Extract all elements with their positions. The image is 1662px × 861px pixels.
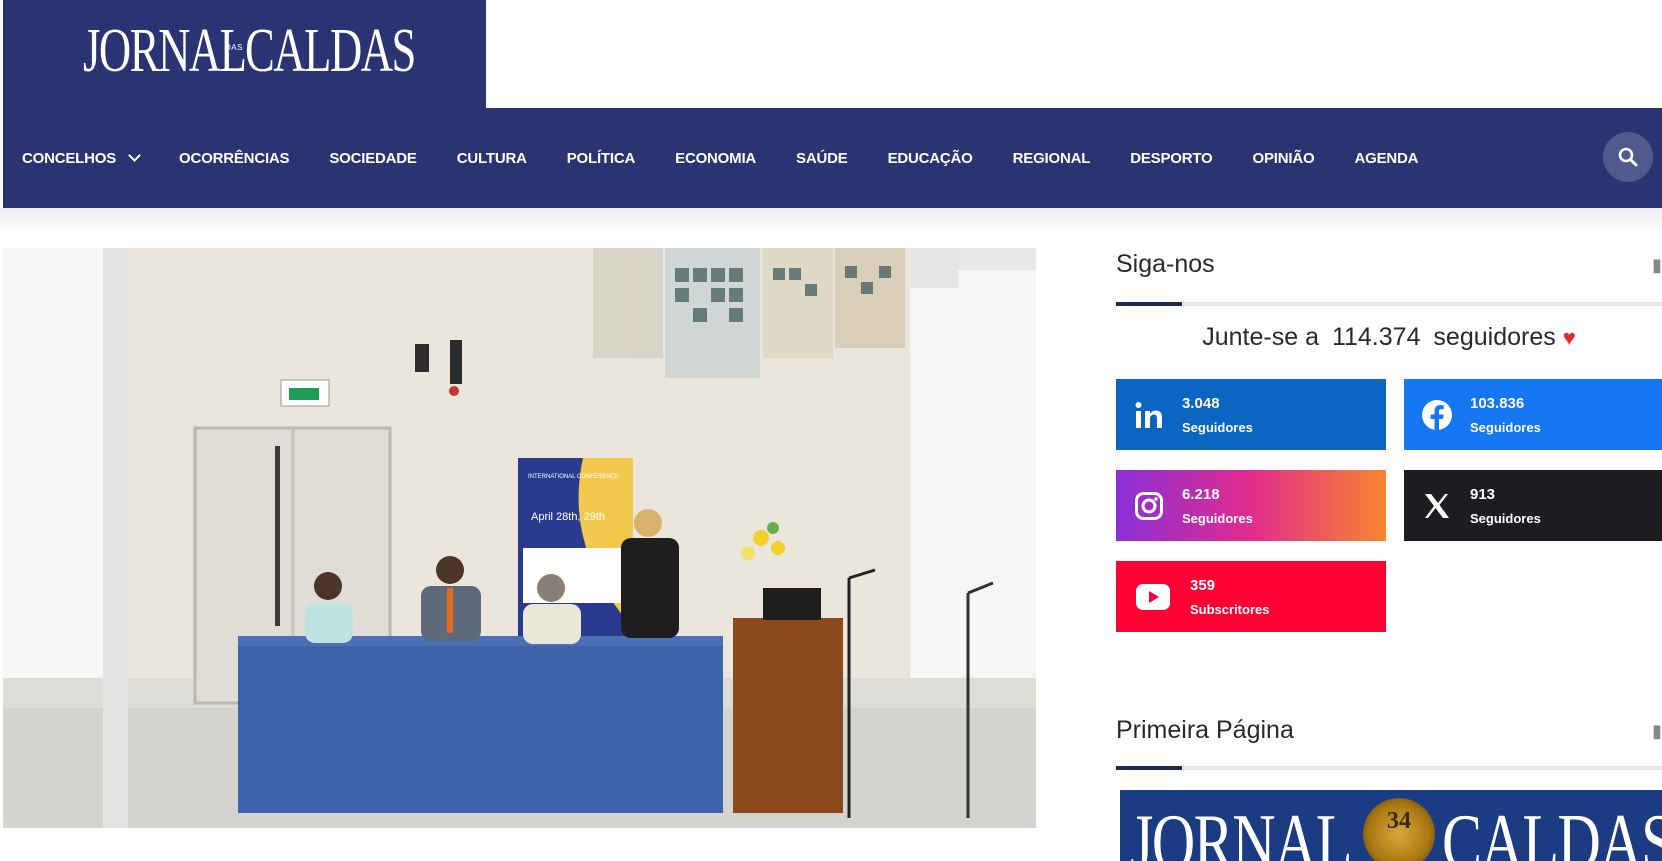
page: JORNAL DAS CALDAS CONCELHOS OCORRÊNCIAS … — [0, 0, 1662, 861]
front-page-cover[interactable]: JORNAL CALDAS 34 — [1120, 790, 1662, 861]
x-count: 913 — [1470, 485, 1496, 503]
nav-item-agenda[interactable]: AGENDA — [1354, 150, 1418, 167]
underline-accent — [1116, 302, 1182, 306]
front-page-title: Primeira Página — [1116, 716, 1294, 744]
facebook-count: 103.836 — [1470, 394, 1525, 412]
instagram-count: 6.218 — [1182, 485, 1220, 503]
logo-word-caldas: CALDAS — [244, 17, 416, 85]
youtube-label: Subscritores — [1190, 601, 1270, 617]
banner-date: April 28th, 29th — [531, 511, 605, 523]
logo-word-das: DAS — [225, 43, 243, 52]
nav-item-opiniao[interactable]: OPINIÃO — [1253, 150, 1315, 167]
linkedin-label: Seguidores — [1182, 419, 1253, 435]
youtube-subscribe-button[interactable]: 359 Subscritores — [1116, 561, 1386, 632]
chevron-down-icon — [128, 149, 141, 162]
join-suffix: seguidores — [1433, 323, 1556, 351]
join-count: 114.374 — [1331, 323, 1421, 351]
facebook-label: Seguidores — [1470, 419, 1541, 435]
nav-menu: CONCELHOS OCORRÊNCIAS SOCIEDADE CULTURA … — [22, 108, 1458, 208]
x-follow-button[interactable]: 913 Seguidores — [1404, 470, 1662, 541]
nav-item-sociedade[interactable]: SOCIEDADE — [329, 150, 417, 167]
logo-word-jornal: JORNAL — [83, 17, 247, 85]
nav-item-politica[interactable]: POLÍTICA — [567, 150, 636, 167]
x-label: Seguidores — [1470, 510, 1541, 526]
instagram-label: Seguidores — [1182, 510, 1253, 526]
youtube-count: 359 — [1190, 576, 1216, 594]
article-hero-image[interactable]: INTERNATIONAL CONFERENCE April 28th, 29t… — [3, 248, 1036, 828]
site-logo[interactable]: JORNAL DAS CALDAS — [83, 12, 481, 82]
nav-item-ocorrencias[interactable]: OCORRÊNCIAS — [179, 150, 290, 167]
cover-word-caldas: CALDAS — [1442, 799, 1662, 861]
search-icon — [1618, 147, 1638, 167]
heart-icon: ♥ — [1562, 325, 1576, 350]
nav-item-label: CONCELHOS — [22, 149, 117, 167]
linkedin-icon — [1116, 379, 1182, 450]
followers-summary: Junte-se a 114.374 seguidores ♥ — [1116, 323, 1662, 352]
nav-item-educacao[interactable]: EDUCAÇÃO — [888, 150, 973, 167]
nav-item-saude[interactable]: SAÚDE — [796, 150, 848, 167]
anniversary-badge: 34 — [1363, 798, 1435, 861]
nav-item-economia[interactable]: ECONOMIA — [675, 150, 756, 167]
front-page-title-underline — [1116, 766, 1662, 770]
conference-photo: INTERNATIONAL CONFERENCE April 28th, 29t… — [3, 248, 1036, 828]
instagram-icon — [1116, 470, 1182, 541]
nav-item-regional[interactable]: REGIONAL — [1013, 150, 1091, 167]
badge-number: 34 — [1387, 808, 1411, 834]
youtube-icon — [1116, 561, 1190, 632]
logo-area[interactable]: JORNAL DAS CALDAS — [3, 0, 486, 108]
newspaper-icon: ▮ — [1652, 721, 1662, 741]
underline-accent — [1116, 766, 1182, 770]
instagram-follow-button[interactable]: 6.218 Seguidores — [1116, 470, 1386, 541]
facebook-icon — [1404, 379, 1470, 450]
nav-item-concelhos[interactable]: CONCELHOS — [22, 149, 141, 167]
facebook-follow-button[interactable]: 103.836 Seguidores — [1404, 379, 1662, 450]
follow-title-underline — [1116, 302, 1662, 306]
thumbs-up-icon: ▮ — [1652, 255, 1662, 275]
linkedin-follow-button[interactable]: 3.048 Seguidores — [1116, 379, 1386, 450]
search-button[interactable] — [1603, 132, 1653, 182]
main-navigation: CONCELHOS OCORRÊNCIAS SOCIEDADE CULTURA … — [3, 108, 1662, 208]
nav-item-cultura[interactable]: CULTURA — [457, 150, 527, 167]
follow-title: Siga-nos — [1116, 250, 1215, 278]
x-icon — [1404, 470, 1470, 541]
cover-word-jornal: JORNAL — [1130, 799, 1353, 861]
nav-item-desporto[interactable]: DESPORTO — [1130, 150, 1213, 167]
join-prefix: Junte-se a — [1202, 323, 1319, 351]
linkedin-count: 3.048 — [1182, 394, 1220, 412]
header-shadow — [0, 208, 1662, 234]
banner-heading: INTERNATIONAL CONFERENCE — [528, 474, 619, 480]
